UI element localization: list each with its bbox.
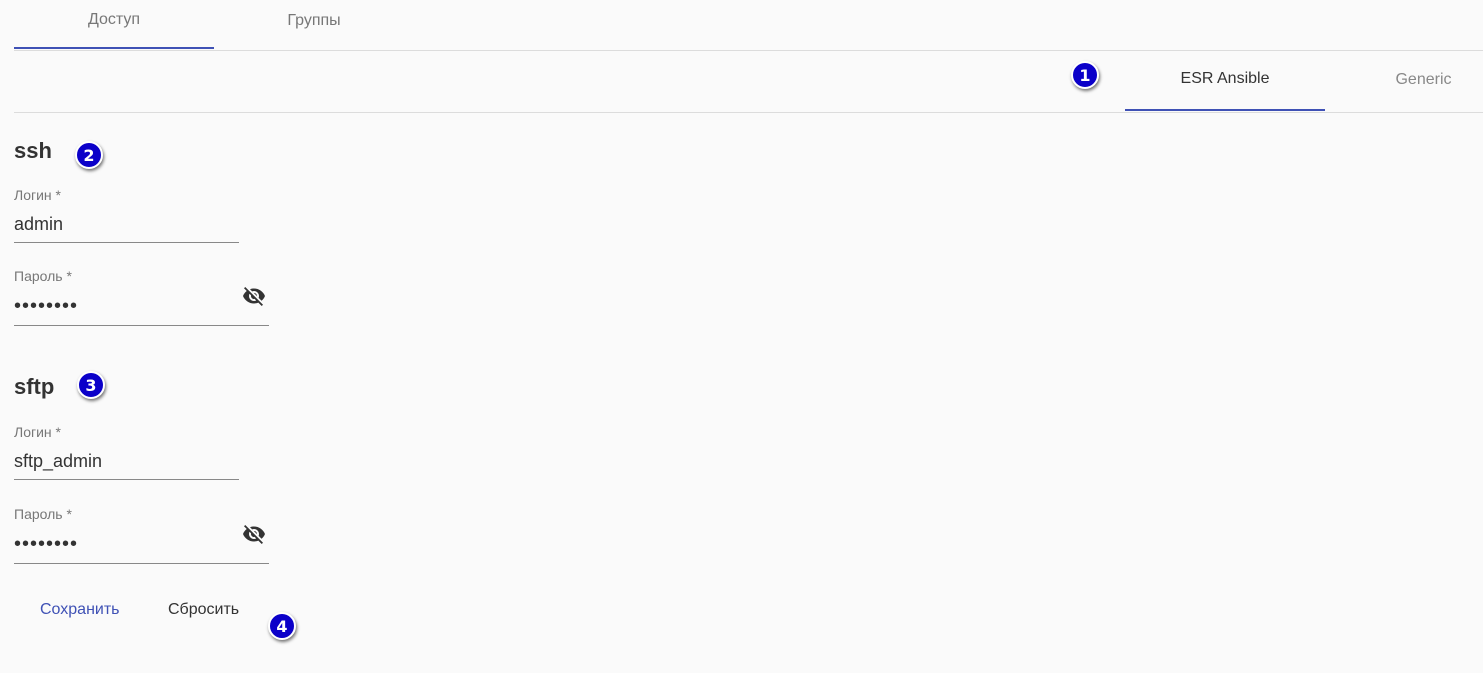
ssh-password-input[interactable]	[14, 289, 269, 326]
sftp-login-label: Логин *	[14, 424, 61, 440]
callout-marker-2: 2	[75, 141, 103, 169]
top-tabs: Доступ Группы	[14, 0, 1483, 51]
tab-groups[interactable]: Группы	[214, 0, 414, 49]
sftp-login-input[interactable]	[14, 445, 239, 480]
page: Доступ Группы ESR Ansible Generic 1 ssh …	[0, 0, 1483, 673]
sftp-section-title: sftp	[14, 374, 55, 399]
tab-generic[interactable]: Generic	[1324, 51, 1483, 111]
callout-marker-3: 3	[77, 371, 105, 399]
sftp-password-input[interactable]	[14, 527, 269, 564]
save-button[interactable]: Сохранить	[34, 598, 126, 622]
tab-access[interactable]: Доступ	[14, 0, 214, 49]
eye-off-icon[interactable]	[239, 522, 269, 546]
sub-tabs: ESR Ansible Generic	[14, 51, 1483, 113]
callout-marker-4: 4	[268, 612, 296, 640]
ssh-login-input[interactable]	[14, 208, 239, 243]
tab-esr-ansible[interactable]: ESR Ansible	[1125, 51, 1325, 111]
reset-button[interactable]: Сбросить	[162, 598, 245, 622]
sftp-password-field: Пароль *	[14, 506, 269, 564]
sftp-login-field: Логин *	[14, 424, 239, 480]
eye-off-icon[interactable]	[239, 284, 269, 308]
ssh-section-title: ssh	[14, 138, 52, 163]
ssh-login-label: Логин *	[14, 187, 61, 203]
ssh-login-field: Логин *	[14, 187, 239, 243]
callout-marker-1: 1	[1071, 61, 1099, 89]
sftp-password-label: Пароль *	[14, 506, 72, 522]
ssh-password-label: Пароль *	[14, 268, 72, 284]
ssh-password-field: Пароль *	[14, 268, 269, 326]
